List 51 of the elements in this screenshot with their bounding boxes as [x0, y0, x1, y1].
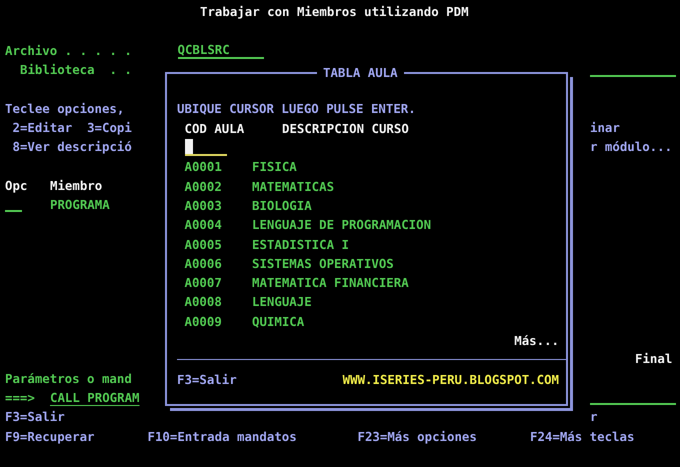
list-status: Final: [635, 351, 672, 366]
function-key[interactable]: F23=Más opciones: [358, 428, 477, 444]
table-cell: A0006: [184, 256, 222, 271]
table-cell: BIOLOGIA: [252, 198, 312, 213]
table-cell: A0001: [184, 159, 222, 174]
function-key[interactable]: F3=Salir: [5, 409, 65, 424]
instruction-text: Teclee opciones,: [5, 100, 124, 116]
command-prompt: ===>: [5, 390, 35, 406]
table-cell: MATEMATICA FINANCIERA: [252, 275, 409, 290]
instruction-text: UBIQUE CURSOR LUEGO PULSE ENTER.: [177, 101, 416, 116]
input-field[interactable]: QCBLSRC: [178, 42, 264, 59]
table-cell: LENGUAJE DE PROGRAMACION: [252, 217, 432, 232]
table-cell: MATEMATICAS: [252, 178, 334, 194]
screen-title: Trabajar con Miembros utilizando PDM: [200, 4, 469, 20]
text-cursor: [184, 139, 192, 154]
table-cell: FISICA: [252, 159, 297, 174]
table-cell: A0003: [184, 198, 222, 213]
more-indicator: Más...: [514, 333, 559, 348]
column-header: Opc: [5, 178, 28, 193]
command-input-field[interactable]: CALL PROGRAM: [50, 390, 140, 406]
table-cell: A0005: [184, 236, 222, 252]
options-text: 2=Editar 3=Copi: [12, 120, 132, 135]
input-field[interactable]: [590, 75, 676, 78]
table-cell: A0004: [184, 217, 222, 232]
function-key[interactable]: F9=Recuperar: [5, 428, 95, 444]
field-label: Archivo . . . . .: [5, 42, 132, 58]
column-header: DESCRIPCION CURSO: [282, 120, 409, 136]
options-text: inar: [590, 120, 620, 135]
member-name: PROGRAMA: [50, 197, 110, 212]
table-cell: LENGUAJE: [252, 294, 312, 310]
website-url: WWW.ISERIES-PERU.BLOGSPOT.COM: [342, 372, 559, 387]
table-cell: A0002: [184, 178, 222, 194]
function-key[interactable]: F24=Más teclas: [530, 428, 634, 444]
partial-text: r: [590, 409, 598, 424]
table-cell: QUIMICA: [252, 314, 304, 329]
field-label: Parámetros o mand: [5, 370, 132, 386]
table-cell: A0007: [184, 275, 222, 290]
column-header: Miembro: [50, 178, 102, 193]
table-cell: A0008: [184, 294, 222, 310]
input-field[interactable]: [590, 403, 676, 406]
table-cell: ESTADISTICA I: [252, 236, 349, 252]
options-text: r módulo...: [590, 139, 672, 154]
function-key[interactable]: F3=Salir: [177, 372, 237, 387]
field-label: Biblioteca . .: [20, 62, 132, 78]
option-input-field[interactable]: [5, 210, 22, 212]
table-cell: A0009: [184, 314, 222, 329]
options-text: 8=Ver descripció: [12, 139, 132, 154]
column-header: COD AULA: [184, 120, 244, 136]
input-field[interactable]: [184, 139, 226, 156]
function-key[interactable]: F10=Entrada mandatos: [148, 428, 297, 444]
table-cell: SISTEMAS OPERATIVOS: [252, 256, 394, 271]
